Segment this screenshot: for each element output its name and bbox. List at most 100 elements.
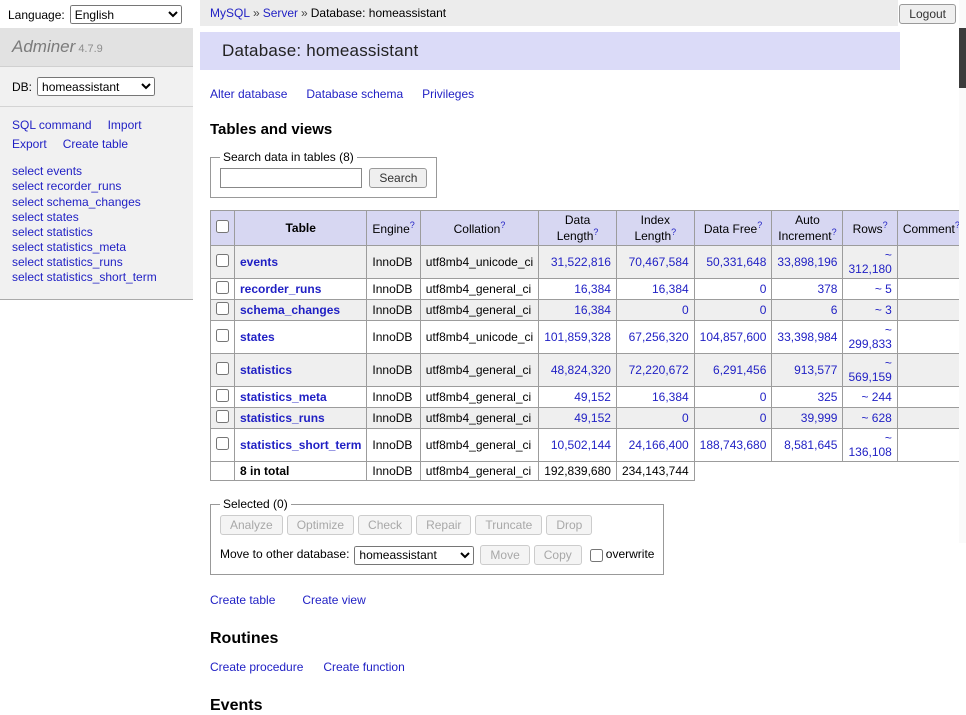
check-button[interactable]: Check [358,515,412,535]
analyze-button[interactable]: Analyze [220,515,283,535]
db-select[interactable]: homeassistant [37,77,155,96]
move-db-select[interactable]: homeassistant [354,546,474,565]
create-procedure-link[interactable]: Create procedure [210,660,303,674]
sidebar-link-select-statistics-runs[interactable]: select statistics_runs [12,255,123,269]
rows-link[interactable]: ~ 299,833 [848,323,891,351]
data-free-link[interactable]: 6,291,456 [713,363,766,377]
data-length-link[interactable]: 31,522,816 [551,255,611,269]
rows-link[interactable]: ~ 3 [875,303,892,317]
row-checkbox[interactable] [216,362,229,375]
auto-increment-link[interactable]: 39,999 [801,411,838,425]
rows-link[interactable]: ~ 569,159 [848,356,891,384]
rows-link[interactable]: ~ 5 [875,282,892,296]
index-length-link[interactable]: 16,384 [652,282,689,296]
auto-increment-link[interactable]: 325 [817,390,837,404]
index-length-link[interactable]: 70,467,584 [629,255,689,269]
optimize-button[interactable]: Optimize [287,515,354,535]
alter-database-link[interactable]: Alter database [210,87,287,101]
data-free-link[interactable]: 0 [760,411,767,425]
rows-link[interactable]: ~ 136,108 [848,431,891,459]
help-icon[interactable]: ? [832,227,837,237]
sidebar-link-select-recorder-runs[interactable]: select recorder_runs [12,179,121,193]
data-length-link[interactable]: 48,824,320 [551,363,611,377]
row-checkbox[interactable] [216,410,229,423]
logout-button[interactable]: Logout [899,4,956,24]
sidebar-link-select-events[interactable]: select events [12,164,82,178]
select-all-checkbox[interactable] [216,220,229,233]
create-view-link[interactable]: Create view [302,593,365,607]
rows-link[interactable]: ~ 244 [861,390,891,404]
sidebar-link-select-schema-changes[interactable]: select schema_changes [12,195,141,209]
database-schema-link[interactable]: Database schema [306,87,403,101]
row-checkbox[interactable] [216,281,229,294]
data-length-link[interactable]: 49,152 [574,390,611,404]
data-free-link[interactable]: 0 [760,303,767,317]
sidebar-link-select-states[interactable]: select states [12,210,79,224]
sidebar-link-select-statistics[interactable]: select statistics [12,225,93,239]
privileges-link[interactable]: Privileges [422,87,474,101]
copy-button[interactable]: Copy [534,545,582,565]
index-length-link[interactable]: 0 [682,303,689,317]
data-free-link[interactable]: 104,857,600 [700,330,767,344]
help-icon[interactable]: ? [500,220,505,230]
rows-link[interactable]: ~ 628 [861,411,891,425]
auto-increment-link[interactable]: 8,581,645 [784,438,837,452]
auto-increment-link[interactable]: 378 [817,282,837,296]
index-length-link[interactable]: 0 [682,411,689,425]
data-free-link[interactable]: 50,331,648 [706,255,766,269]
sidebar-link-select-statistics-short-term[interactable]: select statistics_short_term [12,270,157,284]
truncate-button[interactable]: Truncate [475,515,542,535]
move-button[interactable]: Move [480,545,529,565]
auto-increment-link[interactable]: 6 [831,303,838,317]
language-select[interactable]: English [70,5,182,24]
help-icon[interactable]: ? [757,220,762,230]
index-length-link[interactable]: 67,256,320 [629,330,689,344]
help-icon[interactable]: ? [671,227,676,237]
row-checkbox[interactable] [216,329,229,342]
scrollbar-thumb[interactable] [959,28,966,88]
data-length-link[interactable]: 101,859,328 [544,330,611,344]
help-icon[interactable]: ? [593,227,598,237]
table-name-link[interactable]: statistics_meta [240,390,327,404]
create-table-link[interactable]: Create table [210,593,275,607]
search-button[interactable]: Search [369,168,427,188]
auto-increment-link[interactable]: 913,577 [794,363,837,377]
data-free-link[interactable]: 188,743,680 [700,438,767,452]
help-icon[interactable]: ? [883,220,888,230]
index-length-link[interactable]: 24,166,400 [629,438,689,452]
sidebar-create-table-link[interactable]: Create table [63,137,128,151]
data-free-link[interactable]: 0 [760,390,767,404]
data-length-link[interactable]: 49,152 [574,411,611,425]
data-length-link[interactable]: 16,384 [574,303,611,317]
table-name-link[interactable]: statistics_short_term [240,438,361,452]
table-name-link[interactable]: statistics_runs [240,411,325,425]
table-name-link[interactable]: schema_changes [240,303,340,317]
sidebar-import-link[interactable]: Import [108,118,142,132]
rows-link[interactable]: ~ 312,180 [848,248,891,276]
help-icon[interactable]: ? [410,220,415,230]
table-name-link[interactable]: events [240,255,278,269]
index-length-link[interactable]: 16,384 [652,390,689,404]
table-name-link[interactable]: recorder_runs [240,282,321,296]
row-checkbox[interactable] [216,437,229,450]
drop-button[interactable]: Drop [546,515,592,535]
table-name-link[interactable]: states [240,330,275,344]
row-checkbox[interactable] [216,302,229,315]
row-checkbox[interactable] [216,254,229,267]
create-function-link[interactable]: Create function [323,660,404,674]
search-input[interactable] [220,168,362,188]
row-checkbox[interactable] [216,389,229,402]
sidebar-sql-command-link[interactable]: SQL command [12,118,92,132]
breadcrumb-server-link[interactable]: Server [263,6,298,20]
data-length-link[interactable]: 16,384 [574,282,611,296]
sidebar-export-link[interactable]: Export [12,137,47,151]
auto-increment-link[interactable]: 33,398,984 [777,330,837,344]
auto-increment-link[interactable]: 33,898,196 [777,255,837,269]
repair-button[interactable]: Repair [416,515,471,535]
table-name-link[interactable]: statistics [240,363,292,377]
index-length-link[interactable]: 72,220,672 [629,363,689,377]
overwrite-checkbox[interactable] [590,549,603,562]
data-free-link[interactable]: 0 [760,282,767,296]
sidebar-link-select-statistics-meta[interactable]: select statistics_meta [12,240,126,254]
data-length-link[interactable]: 10,502,144 [551,438,611,452]
